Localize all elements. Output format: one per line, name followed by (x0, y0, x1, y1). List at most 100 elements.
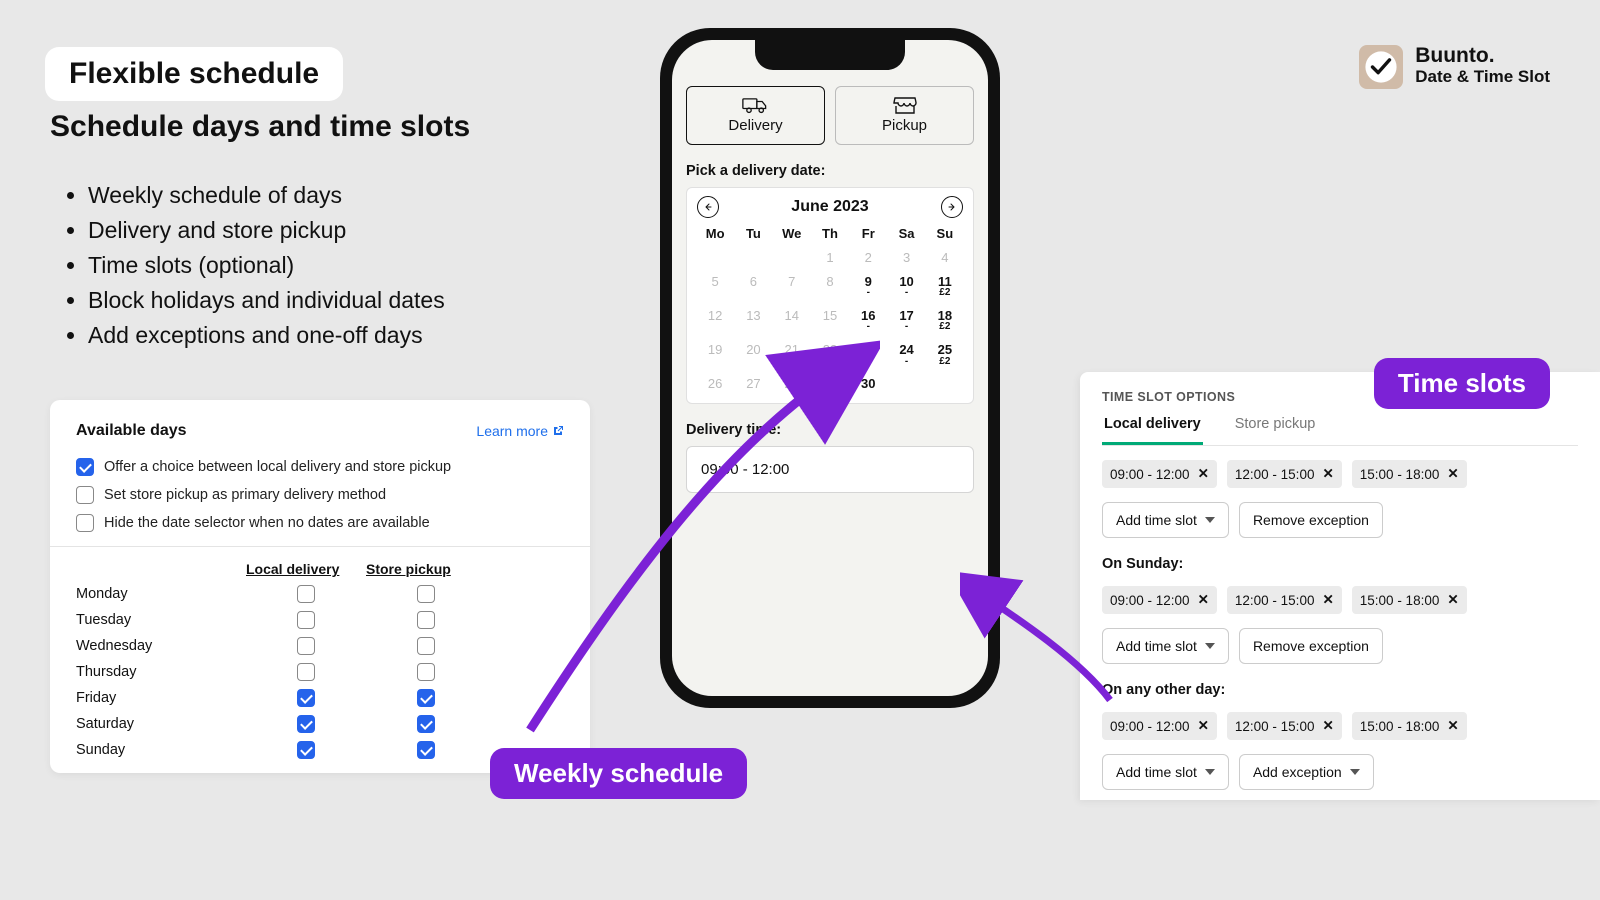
time-slot-chip[interactable]: 15:00 - 18:00✕ (1352, 712, 1467, 740)
time-slot-chip[interactable]: 15:00 - 18:00✕ (1352, 586, 1467, 614)
add-time-slot-button[interactable]: Add time slot (1102, 628, 1229, 664)
checkbox-local[interactable] (297, 611, 315, 629)
day-label: Saturday (76, 716, 246, 732)
subtitle: Schedule days and time slots (50, 110, 470, 144)
checkbox-pickup[interactable] (417, 715, 435, 733)
calendar-day[interactable]: 27 (735, 377, 771, 391)
option-primary-pickup[interactable]: Set store pickup as primary delivery met… (76, 486, 564, 504)
feature-bullets: Weekly schedule of days Delivery and sto… (88, 178, 445, 353)
calendar-day[interactable]: 29 (812, 377, 848, 391)
day-label: Friday (76, 690, 246, 706)
chevron-down-icon (1205, 769, 1215, 775)
calendar[interactable]: June 2023 MoTuWeThFrSaSu123456789-10-11£… (686, 187, 974, 404)
ts-tab-local[interactable]: Local delivery (1102, 416, 1203, 445)
calendar-day[interactable]: 21 (774, 343, 810, 367)
day-label: Monday (76, 586, 246, 602)
calendar-day[interactable]: 23- (850, 343, 886, 367)
calendar-day (888, 377, 924, 391)
calendar-day[interactable]: 20 (735, 343, 771, 367)
chevron-down-icon (1205, 517, 1215, 523)
calendar-day[interactable]: 2 (850, 251, 886, 265)
option-hide-selector[interactable]: Hide the date selector when no dates are… (76, 514, 564, 532)
time-slot-chip[interactable]: 12:00 - 15:00✕ (1227, 460, 1342, 488)
calendar-day (927, 377, 963, 391)
checkbox-local[interactable] (297, 663, 315, 681)
calendar-day[interactable]: 22 (812, 343, 848, 367)
checkbox-pickup[interactable] (417, 741, 435, 759)
remove-exception-button[interactable]: Remove exception (1239, 502, 1383, 538)
phone-mockup: Delivery Pickup Pick a delivery date: Ju… (660, 28, 1000, 708)
calendar-day[interactable]: 15 (812, 309, 848, 333)
calendar-day[interactable]: 11£2 (927, 275, 963, 299)
remove-chip-icon[interactable]: ✕ (1447, 592, 1458, 608)
mode-tab-pickup[interactable]: Pickup (835, 86, 974, 145)
checkbox-local[interactable] (297, 715, 315, 733)
calendar-day[interactable]: 28 (774, 377, 810, 391)
remove-chip-icon[interactable]: ✕ (1322, 466, 1333, 482)
calendar-day[interactable]: 9- (850, 275, 886, 299)
remove-chip-icon[interactable]: ✕ (1198, 466, 1209, 482)
checkbox-pickup[interactable] (417, 585, 435, 603)
calendar-dow: Th (812, 226, 848, 241)
remove-chip-icon[interactable]: ✕ (1322, 592, 1333, 608)
remove-chip-icon[interactable]: ✕ (1447, 466, 1458, 482)
remove-exception-button[interactable]: Remove exception (1239, 628, 1383, 664)
checkbox-pickup[interactable] (417, 611, 435, 629)
time-slot-chip[interactable]: 15:00 - 18:00✕ (1352, 460, 1467, 488)
bullet: Weekly schedule of days (88, 178, 445, 213)
calendar-day[interactable]: 7 (774, 275, 810, 299)
time-slot-chip[interactable]: 12:00 - 15:00✕ (1227, 712, 1342, 740)
time-slot-chip[interactable]: 09:00 - 12:00✕ (1102, 460, 1217, 488)
calendar-day[interactable]: 17- (888, 309, 924, 333)
delivery-time-select[interactable]: 09:00 - 12:00 (686, 446, 974, 493)
calendar-day[interactable]: 24- (888, 343, 924, 367)
mode-tab-delivery[interactable]: Delivery (686, 86, 825, 145)
checkbox-icon[interactable] (76, 514, 94, 532)
calendar-day[interactable]: 10- (888, 275, 924, 299)
calendar-day[interactable]: 18£2 (927, 309, 963, 333)
calendar-day[interactable]: 16- (850, 309, 886, 333)
checkbox-local[interactable] (297, 689, 315, 707)
checkbox-icon[interactable] (76, 486, 94, 504)
calendar-day[interactable]: 12 (697, 309, 733, 333)
remove-chip-icon[interactable]: ✕ (1447, 718, 1458, 734)
ts-tab-pickup[interactable]: Store pickup (1233, 416, 1318, 445)
add-time-slot-button[interactable]: Add time slot (1102, 754, 1229, 790)
delivery-time-label: Delivery time: (686, 422, 974, 438)
checkbox-local[interactable] (297, 741, 315, 759)
tab-label: Delivery (728, 117, 782, 134)
calendar-dow: Su (927, 226, 963, 241)
calendar-day[interactable]: 26 (697, 377, 733, 391)
time-slot-chip[interactable]: 09:00 - 12:00✕ (1102, 586, 1217, 614)
calendar-day[interactable]: 8 (812, 275, 848, 299)
col-store-pickup: Store pickup (366, 561, 486, 577)
add-time-slot-button[interactable]: Add time slot (1102, 502, 1229, 538)
remove-chip-icon[interactable]: ✕ (1198, 592, 1209, 608)
option-offer-choice[interactable]: Offer a choice between local delivery an… (76, 458, 564, 476)
checkbox-pickup[interactable] (417, 637, 435, 655)
calendar-day[interactable]: 1 (812, 251, 848, 265)
remove-chip-icon[interactable]: ✕ (1322, 718, 1333, 734)
add-exception-button[interactable]: Add exception (1239, 754, 1374, 790)
calendar-next-button[interactable] (941, 196, 963, 218)
calendar-day[interactable]: 5 (697, 275, 733, 299)
learn-more-link[interactable]: Learn more (476, 423, 564, 439)
calendar-day[interactable]: 19 (697, 343, 733, 367)
calendar-day[interactable]: 30 (850, 377, 886, 391)
calendar-day[interactable]: 6 (735, 275, 771, 299)
calendar-day[interactable]: 3 (888, 251, 924, 265)
checkbox-icon[interactable] (76, 458, 94, 476)
time-slot-chip[interactable]: 09:00 - 12:00✕ (1102, 712, 1217, 740)
option-label: Offer a choice between local delivery an… (104, 459, 451, 475)
checkbox-pickup[interactable] (417, 689, 435, 707)
remove-chip-icon[interactable]: ✕ (1198, 718, 1209, 734)
calendar-day[interactable]: 4 (927, 251, 963, 265)
calendar-day[interactable]: 25£2 (927, 343, 963, 367)
calendar-day[interactable]: 14 (774, 309, 810, 333)
calendar-day[interactable]: 13 (735, 309, 771, 333)
checkbox-local[interactable] (297, 585, 315, 603)
checkbox-local[interactable] (297, 637, 315, 655)
checkbox-pickup[interactable] (417, 663, 435, 681)
calendar-prev-button[interactable] (697, 196, 719, 218)
time-slot-chip[interactable]: 12:00 - 15:00✕ (1227, 586, 1342, 614)
